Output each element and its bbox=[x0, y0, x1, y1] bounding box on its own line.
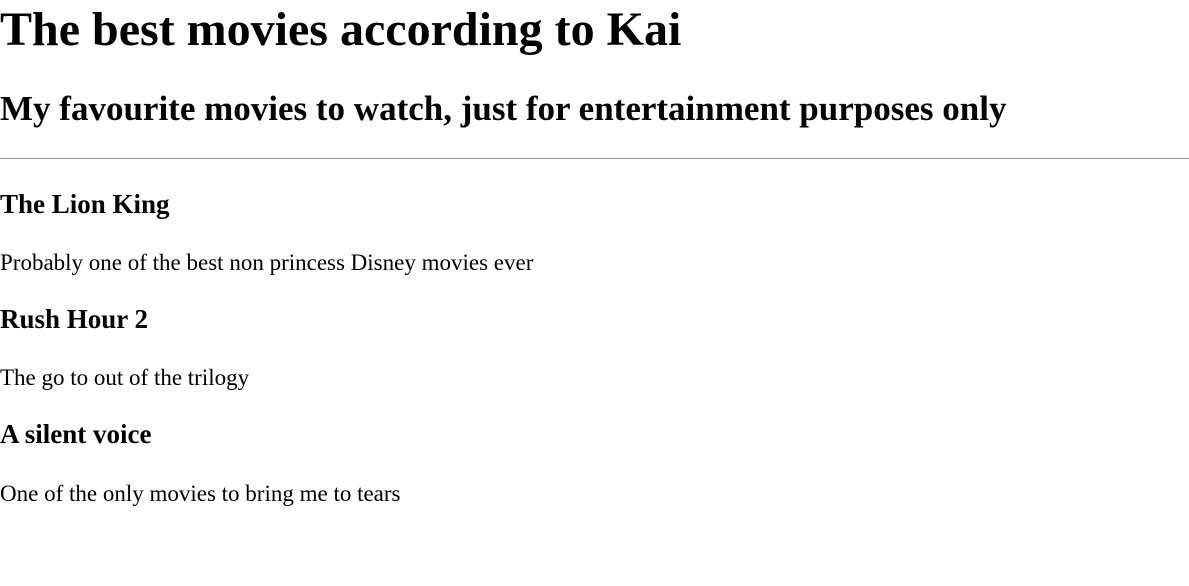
movie-description-the-lion-king: Probably one of the best non princess Di… bbox=[0, 250, 534, 275]
page-title: The best movies according to Kai bbox=[0, 3, 682, 56]
movie-title-rush-hour-2: Rush Hour 2 bbox=[0, 304, 149, 334]
horizontal-divider bbox=[0, 158, 1189, 159]
page: The best movies according to Kai My favo… bbox=[0, 0, 1189, 586]
movie-title-a-silent-voice: A silent voice bbox=[0, 419, 152, 449]
movie-description-rush-hour-2: The go to out of the trilogy bbox=[0, 365, 250, 390]
page-subtitle: My favourite movies to watch, just for e… bbox=[0, 89, 1007, 128]
movie-title-the-lion-king: The Lion King bbox=[0, 189, 170, 219]
movie-description-a-silent-voice: One of the only movies to bring me to te… bbox=[0, 481, 401, 506]
